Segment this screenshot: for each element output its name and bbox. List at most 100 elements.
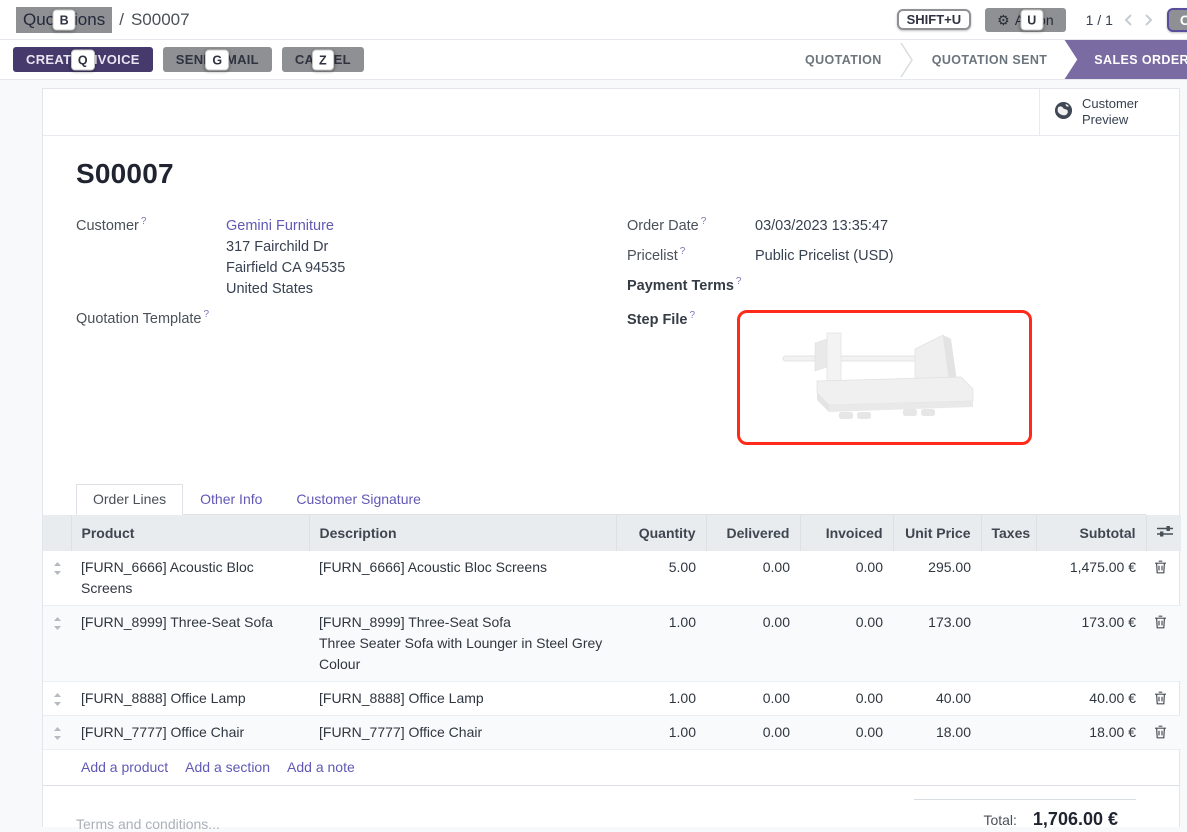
cell-delivered[interactable]: 0.00 [706,682,800,716]
drag-handle-icon [53,693,62,709]
field-groups: Customer? Gemini Furniture 317 Fairchild… [76,216,1146,454]
action-menu-button[interactable]: ⚙ Action U [985,8,1065,32]
row-drag-handle[interactable] [43,606,71,682]
column-header-invoiced[interactable]: Invoiced [800,515,893,551]
status-step-separator-icon [899,40,915,80]
column-header-options [1146,515,1181,551]
add-a-note-link[interactable]: Add a note [287,759,355,775]
column-header-delivered[interactable]: Delivered [706,515,800,551]
customer-preview-label: Customer Preview [1082,96,1171,128]
help-icon: ? [689,310,695,321]
delete-line-button[interactable] [1154,725,1167,741]
column-header-quantity[interactable]: Quantity [616,515,706,551]
customer-field: Gemini Furniture 317 Fairchild DrFairfie… [226,216,345,300]
column-header-subtotal[interactable]: Subtotal [1036,515,1146,551]
field-label-step-file: Step File? [627,310,755,328]
cell-product[interactable]: [FURN_8888] Office Lamp [71,682,309,716]
create-button[interactable]: C [1167,8,1187,32]
cell-unit-price[interactable]: 40.00 [893,682,981,716]
button-box: Customer Preview [43,89,1179,136]
column-header-unit-price[interactable]: Unit Price [893,515,981,551]
cell-description[interactable]: [FURN_8888] Office Lamp [309,682,616,716]
odoo-sales-order-page: { "colors": { "accent_link": "#6158b5", … [0,0,1187,827]
cell-description[interactable]: [FURN_6666] Acoustic Bloc Screens [309,551,616,606]
add-a-product-link[interactable]: Add a product [81,759,168,775]
cell-subtotal[interactable]: 18.00 € [1036,716,1146,750]
field-row-quotation-template: Quotation Template? [76,309,611,330]
cell-quantity[interactable]: 1.00 [616,682,706,716]
breadcrumb: Quotations B / S00007 [16,7,190,33]
cell-quantity[interactable]: 1.00 [616,606,706,682]
cell-invoiced[interactable]: 0.00 [800,551,893,606]
cell-description[interactable]: [FURN_8999] Three-Seat SofaThree Seater … [309,606,616,682]
create-invoice-button[interactable]: CREATE INVOICE Q [13,47,153,72]
pager-previous-icon[interactable] [1124,13,1133,27]
status-bar: QUOTATION QUOTATION SENTSALES ORDER [788,40,1187,80]
form-sheet: Customer Preview S00007 Customer? Gemini… [42,88,1180,827]
cell-delivered[interactable]: 0.00 [706,716,800,750]
cell-unit-price[interactable]: 295.00 [893,551,981,606]
customer-address: 317 Fairchild DrFairfield CA 94535United… [226,237,345,300]
optional-columns-button[interactable] [1157,525,1173,540]
cell-taxes[interactable] [981,716,1036,750]
cell-unit-price[interactable]: 173.00 [893,606,981,682]
cell-subtotal[interactable]: 1,475.00 € [1036,551,1146,606]
record-title[interactable]: S00007 [76,158,1146,190]
cell-taxes[interactable] [981,606,1036,682]
cell-subtotal[interactable]: 40.00 € [1036,682,1146,716]
add-a-section-link[interactable]: Add a section [185,759,270,775]
cell-product[interactable]: [FURN_8999] Three-Seat Sofa [71,606,309,682]
status-step-quotation-sent[interactable]: QUOTATION SENT [915,40,1065,80]
cell-product[interactable]: [FURN_7777] Office Chair [71,716,309,750]
step-file-preview[interactable] [737,310,1032,445]
cell-invoiced[interactable]: 0.00 [800,682,893,716]
column-header-taxes[interactable]: Taxes [981,515,1036,551]
row-drag-handle[interactable] [43,682,71,716]
totals-block: Total: 1,706.00 € [914,799,1136,830]
tab-customer-signature[interactable]: Customer Signature [279,484,438,515]
control-bar: CREATE INVOICE Q SEND EMAIL G CANCEL Z Q… [0,40,1187,80]
customer-preview-button[interactable]: Customer Preview [1039,89,1179,135]
delete-line-button[interactable] [1154,615,1167,631]
globe-icon [1054,101,1073,123]
drag-handle-icon [53,562,62,578]
column-header-product[interactable]: Product [71,515,309,551]
send-email-button[interactable]: SEND EMAIL G [163,47,272,72]
cell-taxes[interactable] [981,682,1036,716]
breadcrumb-parent[interactable]: Quotations B [16,7,112,33]
status-step-sales-order[interactable]: SALES ORDER [1064,40,1187,80]
delete-line-button[interactable] [1154,691,1167,707]
cell-quantity[interactable]: 5.00 [616,551,706,606]
cell-description[interactable]: [FURN_7777] Office Chair [309,716,616,750]
field-label-quotation-template: Quotation Template? [76,309,226,327]
breadcrumb-current: S00007 [131,10,190,30]
field-label-order-date: Order Date? [627,216,755,234]
delete-line-button[interactable] [1154,560,1167,576]
cell-quantity[interactable]: 1.00 [616,716,706,750]
navbar-right-tools: SHIFT+U ⚙ Action U 1 / 1 C [897,0,1187,39]
tab-order-lines[interactable]: Order Lines [76,484,183,515]
cell-unit-price[interactable]: 18.00 [893,716,981,750]
cell-invoiced[interactable]: 0.00 [800,716,893,750]
cell-delivered[interactable]: 0.00 [706,606,800,682]
row-drag-handle[interactable] [43,551,71,606]
row-drag-handle[interactable] [43,716,71,750]
tab-other-info[interactable]: Other Info [183,484,279,515]
cell-invoiced[interactable]: 0.00 [800,606,893,682]
order-lines-header: ProductDescriptionQuantityDeliveredInvoi… [43,515,1181,551]
cell-delivered[interactable]: 0.00 [706,551,800,606]
order-date-field[interactable]: 03/03/2023 13:35:47 [755,216,888,237]
status-step-quotation[interactable]: QUOTATION [788,40,899,80]
pager-next-icon[interactable] [1144,13,1153,27]
cell-taxes[interactable] [981,551,1036,606]
terms-placeholder[interactable]: Terms and conditions... [76,816,220,832]
drag-handle-icon [53,727,62,743]
cancel-button[interactable]: CANCEL Z [282,47,364,72]
cell-product[interactable]: [FURN_6666] Acoustic Bloc Screens [71,551,309,606]
hotkey-badge-send-email: G [205,49,229,70]
total-label: Total: [983,812,1016,828]
pricelist-field[interactable]: Public Pricelist (USD) [755,246,894,267]
cell-subtotal[interactable]: 173.00 € [1036,606,1146,682]
column-header-description[interactable]: Description [309,515,616,551]
customer-link[interactable]: Gemini Furniture [226,218,334,234]
